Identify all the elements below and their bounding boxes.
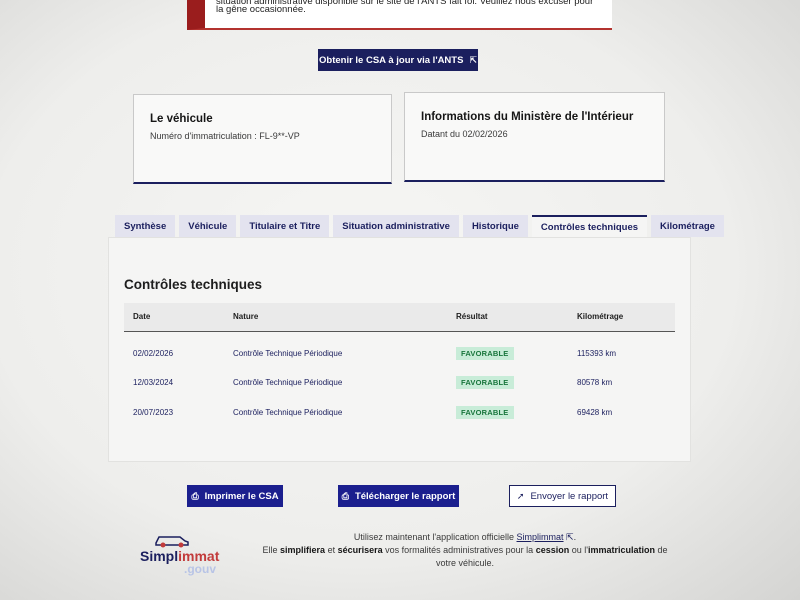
simplimmat-logo: Simplimmat .gouv xyxy=(138,530,228,578)
print-csa-label: Imprimer le CSA xyxy=(204,490,279,502)
print-csa-button[interactable]: ⎙ Imprimer le CSA xyxy=(187,485,283,507)
result-badge: FAVORABLE xyxy=(456,405,514,419)
cell-nature: Contrôle Technique Périodique xyxy=(233,407,343,417)
footer-line-2: Elle simplifiera et sécurisera vos forma… xyxy=(262,545,668,555)
tab-titulaire[interactable]: Titulaire et Titre xyxy=(240,215,330,237)
footer-line-3: votre véhicule. xyxy=(435,558,495,568)
tab-controles-techniques[interactable]: Contrôles techniques xyxy=(531,215,648,237)
cell-mileage: 69428 km xyxy=(577,407,613,417)
logo-suffix: .gouv xyxy=(184,562,216,576)
alert-banner: situation administrative disponible sur … xyxy=(187,0,612,30)
get-csa-label: Obtenir le CSA à jour via l'ANTS xyxy=(319,54,464,66)
column-header-date: Date xyxy=(124,303,224,332)
simplimmat-link[interactable]: Simplimmat xyxy=(517,532,564,542)
external-link-icon: ⇱ xyxy=(566,532,574,542)
tab-kilometrage[interactable]: Kilométrage xyxy=(651,215,724,237)
external-link-icon: ⇱ xyxy=(469,54,477,65)
footer-promo: Utilisez maintenant l'application offici… xyxy=(250,531,680,570)
download-report-label: Télécharger le rapport xyxy=(354,490,456,502)
inspections-table: Date Nature Résultat Kilométrage 02/02/2… xyxy=(124,303,675,427)
send-report-button[interactable]: ➚ Envoyer le rapport xyxy=(509,485,616,507)
table-row: 12/03/2024 Contrôle Technique Périodique… xyxy=(124,367,675,397)
printer-icon: ⎙ xyxy=(191,490,199,501)
cell-mileage: 80578 km xyxy=(577,377,613,387)
column-header-nature: Nature xyxy=(224,303,447,332)
cell-nature: Contrôle Technique Périodique xyxy=(233,348,343,358)
ministry-card: Informations du Ministère de l'Intérieur… xyxy=(404,92,665,182)
registration-number: Numéro d'immatriculation : FL-9**-VP xyxy=(150,131,300,141)
car-icon xyxy=(155,536,189,548)
download-report-button[interactable]: ⎙ Télécharger le rapport xyxy=(338,485,459,507)
cell-nature: Contrôle Technique Périodique xyxy=(233,377,343,387)
tab-synthese[interactable]: Synthèse xyxy=(115,215,176,237)
section-title: Contrôles techniques xyxy=(124,277,263,292)
vehicle-card-title: Le véhicule xyxy=(150,113,213,125)
send-report-label: Envoyer le rapport xyxy=(530,490,609,502)
cell-mileage: 115393 km xyxy=(577,348,616,358)
table-row: 20/07/2023 Contrôle Technique Périodique… xyxy=(124,397,675,427)
column-header-mileage: Kilométrage xyxy=(568,303,675,332)
cell-date: 20/07/2023 xyxy=(133,407,174,417)
result-badge: FAVORABLE xyxy=(456,375,514,389)
footer-line-1: Utilisez maintenant l'application offici… xyxy=(353,532,577,542)
tab-vehicule[interactable]: Véhicule xyxy=(179,215,237,237)
send-icon: ➚ xyxy=(516,490,525,501)
printer-icon: ⎙ xyxy=(341,490,349,501)
tab-historique[interactable]: Historique xyxy=(462,215,528,237)
vehicle-card: Le véhicule Numéro d'immatriculation : F… xyxy=(133,94,392,184)
column-header-result: Résultat xyxy=(447,303,568,332)
cell-date: 02/02/2026 xyxy=(133,348,174,358)
get-csa-button[interactable]: Obtenir le CSA à jour via l'ANTS ⇱ xyxy=(318,49,478,71)
result-badge: FAVORABLE xyxy=(456,346,514,360)
tab-bar: Synthèse Véhicule Titulaire et Titre Sit… xyxy=(115,215,724,237)
ministry-date: Datant du 02/02/2026 xyxy=(421,129,508,139)
cell-date: 12/03/2024 xyxy=(133,377,174,387)
ministry-card-title: Informations du Ministère de l'Intérieur xyxy=(421,111,634,123)
tab-situation-administrative[interactable]: Situation administrative xyxy=(333,215,459,237)
table-row: 02/02/2026 Contrôle Technique Périodique… xyxy=(124,331,675,367)
tab-panel: Contrôles techniques Date Nature Résulta… xyxy=(108,237,691,462)
